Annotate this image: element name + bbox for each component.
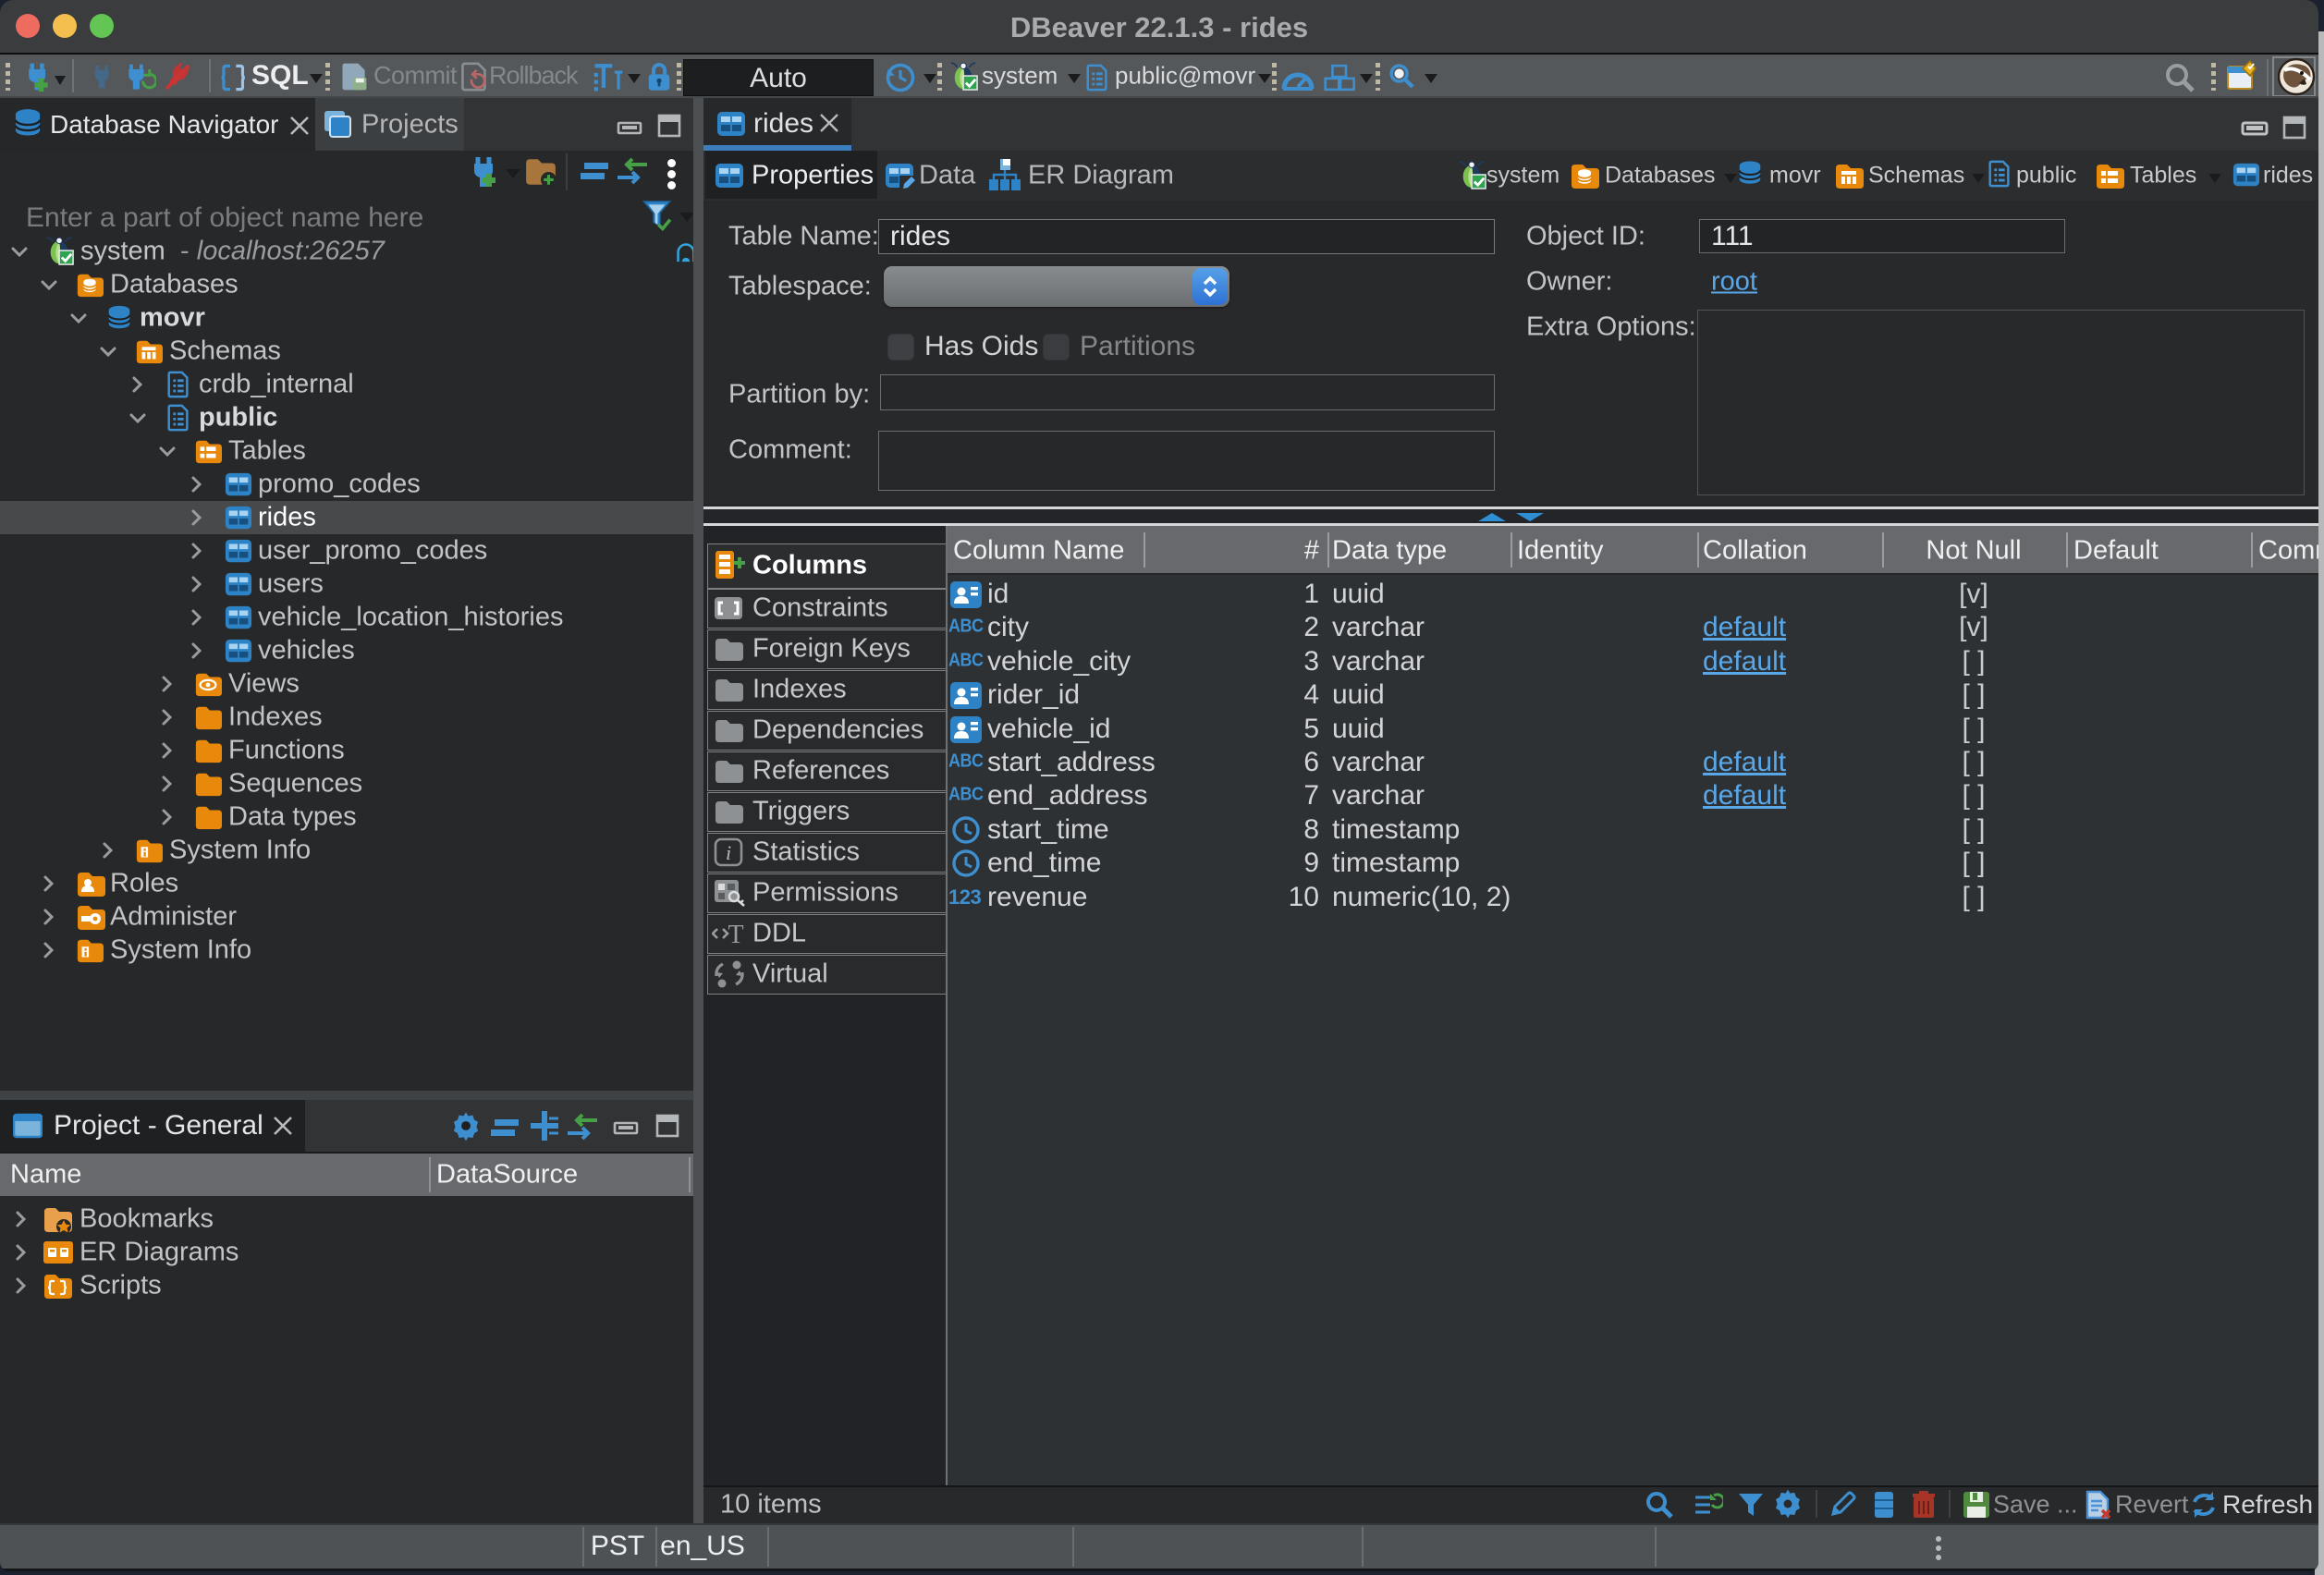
- svg-text:i: i: [726, 841, 731, 864]
- svg-text:T: T: [728, 921, 743, 947]
